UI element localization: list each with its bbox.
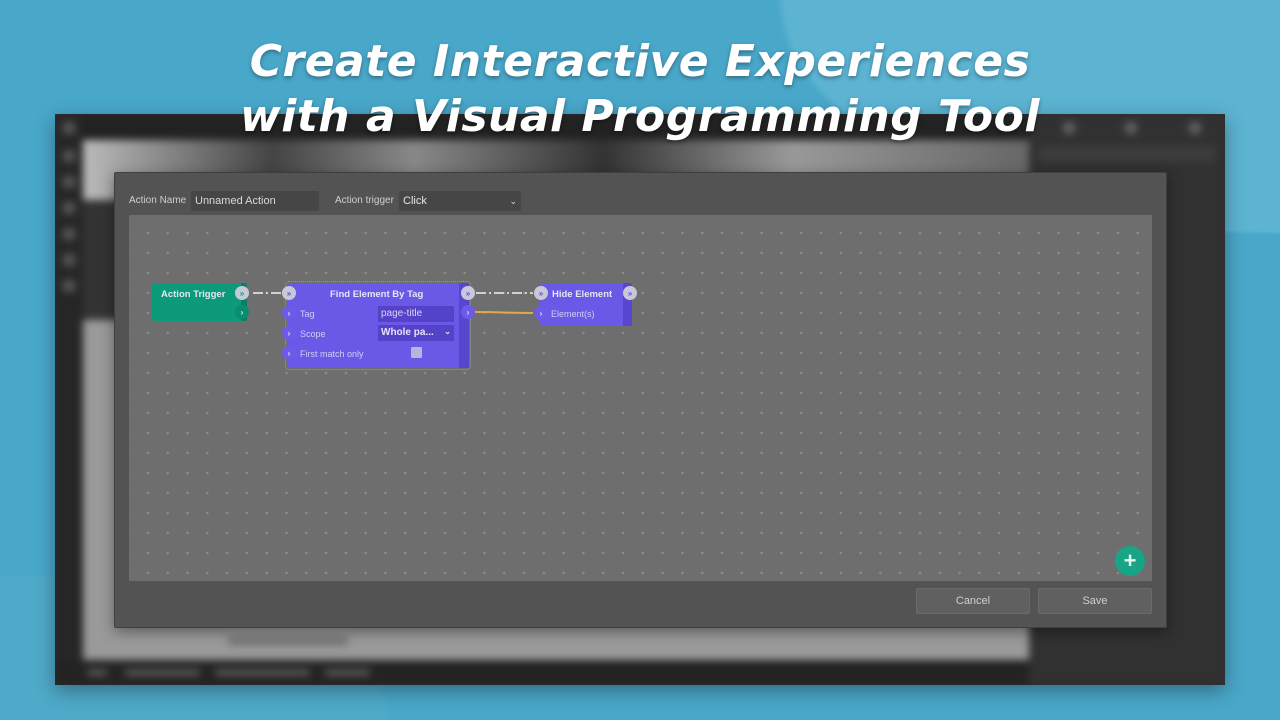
app-status-bar [55,660,1029,685]
exec-output-port-icon[interactable]: » [461,286,475,300]
panel-field[interactable] [1039,146,1215,162]
action-trigger-label: Action trigger [335,195,394,206]
tag-label: Tag [300,309,315,319]
node-graph-canvas[interactable]: Action Trigger » › Find Element By Tag T… [129,215,1152,581]
node-title: Find Element By Tag [330,289,424,300]
first-match-input-port-icon[interactable]: › [282,346,296,360]
scope-select[interactable]: Whole pa... ⌄ [378,325,454,341]
save-button[interactable]: Save [1038,588,1152,614]
promo-headline: Create Interactive Experiences with a Vi… [0,34,1280,144]
find-element-by-tag-node[interactable]: Find Element By Tag Tag page-title Scope… [285,281,471,370]
scope-input-port-icon[interactable]: › [282,326,296,340]
node-title: Action Trigger [161,289,226,300]
elements-output-port-icon[interactable]: › [461,305,475,319]
scope-value: Whole pa... [381,327,434,338]
data-wire-elements [474,311,534,314]
product-title-placeholder [228,636,348,646]
data-output-port-icon[interactable]: › [235,305,249,319]
action-trigger-node[interactable]: Action Trigger [152,283,247,321]
exec-input-port-icon[interactable]: » [282,286,296,300]
headline-line-2: with a Visual Programming Tool [240,91,1040,142]
breadcrumb-item[interactable] [125,669,200,676]
chevron-down-icon: ⌄ [509,195,517,206]
cancel-button[interactable]: Cancel [916,588,1030,614]
elements-label: Element(s) [551,309,595,319]
tool-icon[interactable] [63,176,75,188]
connection-wires [253,292,534,314]
action-trigger-value: Click [403,195,427,207]
tool-icon[interactable] [63,254,75,266]
add-node-button[interactable]: + [1115,546,1145,576]
elements-input-port-icon[interactable]: › [534,306,548,320]
app-left-toolbar [55,114,83,685]
action-name-label: Action Name [129,195,187,206]
tag-input-port-icon[interactable]: › [282,306,296,320]
tool-icon[interactable] [63,280,75,292]
exec-input-port-icon[interactable]: » [534,286,548,300]
action-name-input[interactable] [191,191,319,211]
first-match-checkbox[interactable] [411,347,422,358]
breadcrumb-item[interactable] [215,669,310,676]
headline-line-1: Create Interactive Experiences [249,36,1031,87]
tag-input[interactable]: page-title [378,306,454,322]
chevron-down-icon: ⌄ [444,327,451,336]
breadcrumb-item[interactable] [325,669,370,676]
exec-output-port-icon[interactable]: » [623,286,637,300]
scope-label: Scope [300,329,326,339]
hide-element-node[interactable]: Hide Element Element(s) [540,283,632,326]
tool-icon[interactable] [63,228,75,240]
exec-output-port-icon[interactable]: » [235,286,249,300]
tool-icon[interactable] [63,150,75,162]
action-editor-dialog: Action Name Action trigger Click ⌄ Actio… [114,172,1167,628]
tool-icon[interactable] [63,202,75,214]
breadcrumb-item[interactable] [87,669,107,676]
plus-icon: + [1123,548,1137,573]
first-match-label: First match only [300,349,364,359]
node-title: Hide Element [552,289,613,300]
action-trigger-select[interactable]: Click ⌄ [399,191,521,211]
